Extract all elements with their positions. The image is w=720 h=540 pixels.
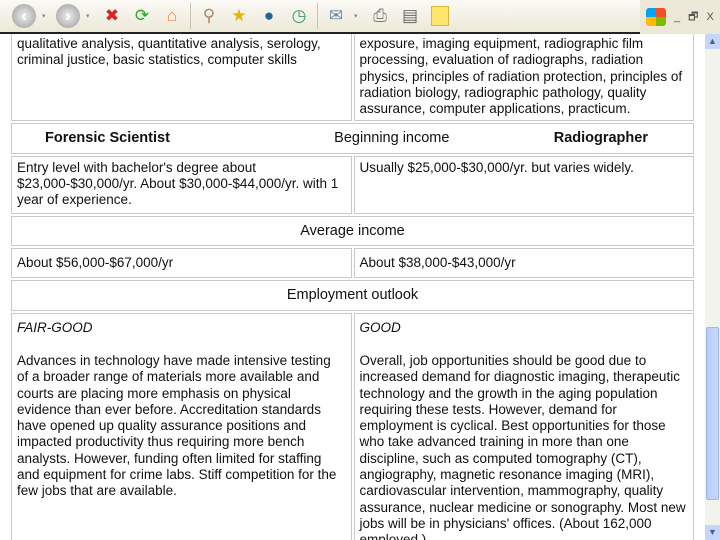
outlook-right-text: Overall, job opportunities should be goo… (359, 352, 686, 540)
forward-button[interactable]: › (56, 4, 80, 28)
scrollbar-thumb[interactable] (706, 327, 719, 500)
history-button[interactable]: ◷ (287, 4, 311, 28)
table-row: Average income (11, 215, 694, 247)
section-header-average-income: Average income (11, 215, 694, 247)
forward-dropdown[interactable]: ▾ (86, 12, 94, 20)
outlook-right: GOOD Overall, job opportunities should b… (353, 312, 694, 540)
table-row: Forensic Scientist Beginning income Radi… (11, 123, 694, 154)
average-income-right: About $38,000-$43,000/yr (353, 248, 694, 279)
outlook-left-rating: FAIR-GOOD (17, 319, 93, 335)
edit-button[interactable]: ▤ (398, 4, 422, 28)
favorites-button[interactable]: ★ (227, 4, 251, 28)
table-row: qualitative analysis, quantitative analy… (11, 34, 694, 122)
page-content: qualitative analysis, quantitative analy… (0, 34, 705, 540)
back-button[interactable]: ‹ (12, 4, 36, 28)
scroll-up-icon[interactable]: ▲ (705, 34, 720, 49)
vertical-scrollbar[interactable]: ▲ ▼ (705, 34, 720, 540)
table-row: FAIR-GOOD Advances in technology have ma… (11, 312, 694, 540)
table-row: Employment outlook (11, 280, 694, 311)
close-button[interactable]: X (706, 11, 713, 23)
restore-button[interactable]: 🗗 (688, 8, 698, 27)
column-header-radiographer: Radiographer (553, 130, 648, 147)
outlook-right-rating: GOOD (359, 319, 401, 335)
mail-dropdown[interactable]: ▾ (354, 12, 362, 20)
column-header-forensic: Forensic Scientist (45, 130, 170, 147)
home-button[interactable]: ⌂ (160, 4, 184, 28)
media-button[interactable]: ● (257, 4, 281, 28)
table-row: Entry level with bachelor's degree about… (11, 155, 694, 214)
scroll-down-icon[interactable]: ▼ (705, 525, 720, 540)
career-comparison-table: qualitative analysis, quantitative analy… (9, 34, 696, 540)
separator (317, 3, 318, 29)
browser-toolbar: ‹ ▾ › ▾ ✖ ⟳ ⌂ ⚲ ★ ● ◷ ✉ ▾ ⎙ ▤ (0, 0, 640, 34)
separator (190, 3, 191, 29)
refresh-button[interactable]: ⟳ (130, 4, 154, 28)
beginning-income-left: Entry level with bachelor's degree about… (11, 155, 352, 214)
print-button[interactable]: ⎙ (368, 4, 392, 28)
outlook-left: FAIR-GOOD Advances in technology have ma… (11, 312, 352, 540)
coursework-left: qualitative analysis, quantitative analy… (11, 34, 352, 122)
average-income-left: About $56,000-$67,000/yr (11, 248, 352, 279)
section-header-employment-outlook: Employment outlook (11, 280, 694, 311)
windows-logo-icon (646, 8, 666, 26)
outlook-left-text: Advances in technology have made intensi… (17, 352, 337, 499)
notes-button[interactable] (428, 4, 452, 28)
coursework-right: exposure, imaging equipment, radiographi… (353, 34, 694, 122)
stop-button[interactable]: ✖ (100, 4, 124, 28)
mail-button[interactable]: ✉ (324, 4, 348, 28)
beginning-income-right: Usually $25,000-$30,000/yr. but varies w… (353, 155, 694, 214)
back-dropdown[interactable]: ▾ (42, 12, 50, 20)
section-header-beginning-income: Beginning income (334, 130, 450, 147)
search-button[interactable]: ⚲ (197, 4, 221, 28)
table-row: About $56,000-$67,000/yr About $38,000-$… (11, 248, 694, 279)
window-controls: _ 🗗 X (640, 0, 720, 34)
minimize-button[interactable]: _ (674, 11, 680, 23)
